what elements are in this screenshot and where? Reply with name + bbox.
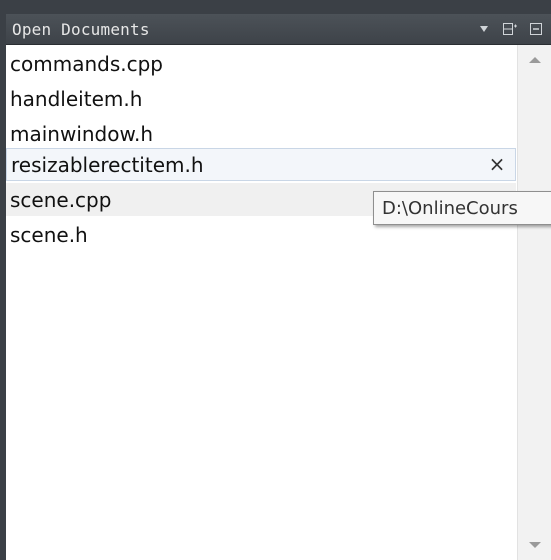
vertical-scrollbar[interactable] (517, 45, 551, 560)
document-name: scene.h (10, 222, 88, 247)
document-item[interactable]: handleitem.h (6, 82, 516, 115)
pane-header: Open Documents (6, 14, 551, 45)
document-name: commands.cpp (10, 51, 163, 76)
document-name: resizablerectitem.h (11, 152, 204, 177)
document-name: scene.cpp (10, 187, 112, 212)
close-document-icon[interactable]: × (485, 152, 509, 176)
scroll-up-icon[interactable] (529, 57, 541, 63)
open-documents-pane: Open Documents commands.cpp handleitem.h… (0, 0, 551, 560)
split-icon[interactable] (499, 18, 521, 40)
document-name: mainwindow.h (10, 121, 154, 146)
document-item[interactable]: mainwindow.h (6, 117, 516, 150)
path-tooltip: D:\OnlineCours (373, 191, 551, 225)
document-list: commands.cpp handleitem.h mainwindow.h r… (6, 45, 518, 560)
document-item[interactable]: commands.cpp (6, 47, 516, 80)
dropdown-arrow-icon[interactable] (473, 18, 495, 40)
document-name: handleitem.h (10, 86, 143, 111)
close-pane-icon[interactable] (525, 18, 547, 40)
pane-title: Open Documents (12, 19, 150, 39)
document-item-selected[interactable]: resizablerectitem.h × (6, 148, 516, 181)
document-list-panel: commands.cpp handleitem.h mainwindow.h r… (6, 45, 551, 560)
scroll-down-icon[interactable] (529, 542, 541, 548)
